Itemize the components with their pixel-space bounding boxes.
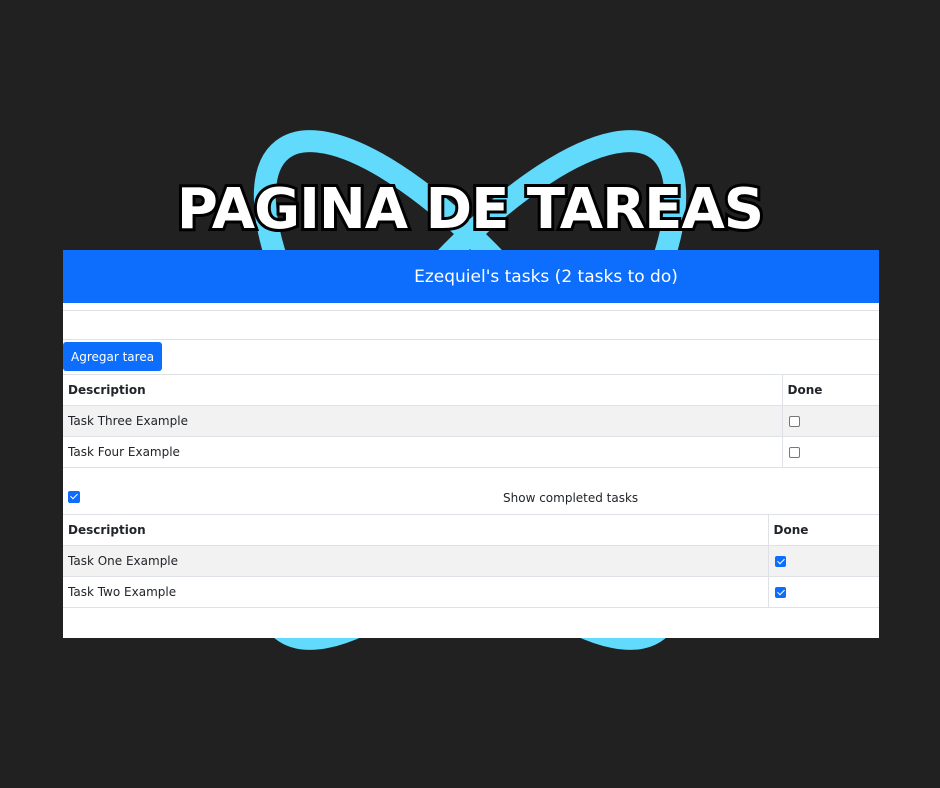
table-header-row: Description Done bbox=[63, 374, 879, 406]
task-done-checkbox[interactable] bbox=[774, 556, 786, 567]
navbar-title: Ezequiel's tasks (2 tasks to do) bbox=[414, 266, 678, 287]
table-row: Task Two Example bbox=[63, 576, 879, 608]
completed-tasks-table: Description Done Task One Example Task T… bbox=[63, 514, 879, 608]
table-header-row: Description Done bbox=[63, 514, 879, 546]
task-description: Task Four Example bbox=[63, 436, 782, 468]
task-description: Task Two Example bbox=[63, 576, 768, 608]
show-completed-label: Show completed tasks bbox=[503, 491, 639, 505]
table-row: Task One Example bbox=[63, 545, 879, 577]
task-done-cell bbox=[781, 436, 879, 468]
task-done-cell bbox=[781, 405, 879, 437]
task-description: Task Three Example bbox=[63, 405, 782, 437]
task-input[interactable] bbox=[63, 310, 879, 340]
task-app: Ezequiel's tasks (2 tasks to do) Agregar… bbox=[63, 250, 879, 638]
task-done-cell bbox=[767, 576, 879, 608]
task-done-checkbox[interactable] bbox=[788, 416, 800, 427]
description-header: Description bbox=[63, 514, 768, 546]
task-done-cell bbox=[767, 545, 879, 577]
task-done-checkbox[interactable] bbox=[788, 447, 800, 458]
show-completed-row: Show completed tasks bbox=[63, 482, 879, 514]
show-completed-checkbox[interactable] bbox=[68, 491, 80, 503]
task-done-checkbox[interactable] bbox=[774, 587, 786, 598]
done-header: Done bbox=[767, 514, 879, 546]
table-row: Task Four Example bbox=[63, 436, 879, 468]
pending-tasks-table: Description Done Task Three Example Task… bbox=[63, 374, 879, 468]
task-description: Task One Example bbox=[63, 545, 768, 577]
banner-title: PAGINA DE TAREAS bbox=[174, 174, 767, 245]
done-header: Done bbox=[781, 374, 879, 406]
navbar: Ezequiel's tasks (2 tasks to do) bbox=[63, 250, 879, 303]
table-row: Task Three Example bbox=[63, 405, 879, 437]
description-header: Description bbox=[63, 374, 782, 406]
add-task-button[interactable]: Agregar tarea bbox=[63, 342, 163, 371]
